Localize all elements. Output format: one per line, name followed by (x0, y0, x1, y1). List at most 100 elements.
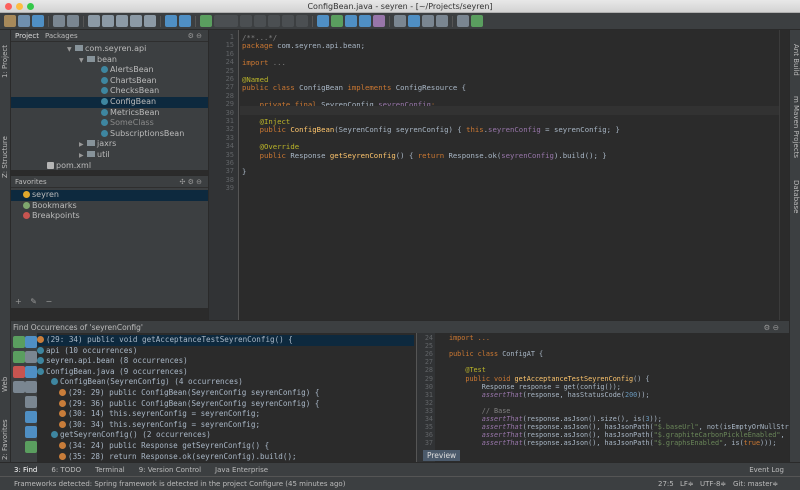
minimize-window-button[interactable] (16, 3, 23, 10)
tab-java-enterprise[interactable]: Java Enterprise (215, 466, 268, 474)
code-line[interactable]: } (242, 167, 246, 176)
vcs-update-icon[interactable] (317, 15, 329, 27)
sdk-manager-icon[interactable] (436, 15, 448, 27)
find-icon[interactable] (130, 15, 142, 27)
project-tree-item[interactable]: ▶ util (11, 150, 208, 161)
project-tree-item[interactable]: ▶ jaxrs (11, 139, 208, 150)
find-result-row[interactable]: ConfigBean.java (9 occurrences) (37, 367, 414, 378)
editor-gutter[interactable]: 1 15 16 24 25 26 27 28 29 30 31 32 33 34 35 36 37 38 39 (209, 30, 239, 320)
code-line[interactable]: import ... (242, 58, 286, 67)
caret-position[interactable]: 27:5 (658, 477, 674, 490)
pin-icon[interactable] (25, 351, 37, 363)
stop-icon[interactable] (296, 15, 308, 27)
tab-packages[interactable]: Packages (45, 32, 78, 40)
vcs-revert-icon[interactable] (373, 15, 385, 27)
vcs-commit-icon[interactable] (331, 15, 343, 27)
close-window-button[interactable] (5, 3, 12, 10)
back-icon[interactable] (165, 15, 177, 27)
group-icon[interactable] (25, 366, 37, 378)
run-icon[interactable] (240, 15, 252, 27)
build-icon[interactable] (200, 15, 212, 27)
find-result-row[interactable]: seyren.api.bean (8 occurrences) (37, 356, 414, 367)
line-separator[interactable]: LF≑ (680, 477, 694, 490)
coverage-icon[interactable] (268, 15, 280, 27)
find-result-row[interactable]: (34: 24) public Response getSeyrenConfig… (37, 441, 414, 452)
export-icon[interactable] (25, 441, 37, 453)
project-tree-item[interactable]: MetricsBean (11, 108, 208, 119)
project-tree-item[interactable]: ConfigBean (11, 97, 208, 108)
add-favorite-icon[interactable]: + (15, 297, 22, 306)
find-result-row[interactable]: (29: 34) public void getAcceptanceTestSe… (37, 335, 414, 346)
favorites-item[interactable]: Breakpoints (11, 211, 208, 222)
status-message[interactable]: Frameworks detected: Spring framework is… (14, 480, 345, 488)
sync-icon[interactable] (32, 15, 44, 27)
close-find-icon[interactable] (13, 366, 25, 378)
find-result-row[interactable]: (35: 28) return Response.ok(seyrenConfig… (37, 452, 414, 462)
replace-icon[interactable] (144, 15, 156, 27)
database-tool-tab[interactable]: Database (792, 180, 800, 213)
zoom-window-button[interactable] (27, 3, 34, 10)
filter-icon[interactable] (25, 336, 37, 348)
panel-gear-icon[interactable]: ⚙ ⊖ (188, 32, 202, 40)
undo-icon[interactable] (53, 15, 65, 27)
favorites-item[interactable]: seyren (11, 190, 208, 201)
project-tree-item[interactable]: ▼ com.seyren.api (11, 44, 208, 55)
expand-all-icon[interactable] (25, 381, 37, 393)
project-tree-item[interactable]: AlertsBean (11, 65, 208, 76)
preview-tab[interactable]: Preview (423, 450, 461, 461)
tab-version-control[interactable]: 9: Version Control (139, 466, 201, 474)
remove-favorite-icon[interactable]: − (46, 297, 53, 306)
structure-tool-tab[interactable]: Z: Structure (1, 136, 9, 178)
event-log-tab[interactable]: Event Log (749, 466, 784, 474)
debug-icon[interactable] (254, 15, 266, 27)
project-structure-icon[interactable] (408, 15, 420, 27)
web-tool-tab[interactable]: Web (1, 377, 9, 392)
run-found-icon[interactable] (13, 351, 25, 363)
find-results-tree[interactable]: (29: 34) public void getAcceptanceTestSe… (37, 333, 414, 462)
favorites-gear-icon[interactable]: ✣ ⚙ ⊖ (180, 178, 202, 186)
code-line[interactable]: public ConfigBean(SeyrenConfig seyrenCon… (242, 125, 620, 134)
cut-icon[interactable] (88, 15, 100, 27)
vcs-compare-icon[interactable] (345, 15, 357, 27)
project-tree-item[interactable]: SomeClass (11, 118, 208, 129)
tab-find[interactable]: 3: Find (14, 466, 37, 474)
find-result-row[interactable]: (30: 34) this.seyrenConfig = seyrenConfi… (37, 420, 414, 431)
redo-icon[interactable] (67, 15, 79, 27)
maven-projects-tool-tab[interactable]: m Maven Projects (792, 96, 800, 158)
favorites-item[interactable]: Bookmarks (11, 201, 208, 212)
project-tree-item[interactable]: ChartsBean (11, 76, 208, 87)
project-tree-item[interactable]: ▼ bean (11, 55, 208, 66)
project-tree-item[interactable]: SubscriptionsBean (11, 129, 208, 140)
find-result-row[interactable]: (29: 36) public ConfigBean(SeyrenConfig … (37, 399, 414, 410)
help-icon[interactable] (457, 15, 469, 27)
code-line[interactable]: public class ConfigBean implements Confi… (242, 83, 466, 92)
code-line[interactable]: public Response getSeyrenConfig() { retu… (242, 151, 607, 160)
vcs-history-icon[interactable] (359, 15, 371, 27)
plugin-icon[interactable] (471, 15, 483, 27)
file-encoding[interactable]: UTF-8≑ (700, 477, 726, 490)
find-result-row[interactable]: getSeyrenConfig() (2 occurrences) (37, 430, 414, 441)
git-branch[interactable]: Git: master≑ (733, 477, 778, 490)
favorites-tool-tab[interactable]: 2: Favorites (1, 419, 9, 460)
paste-icon[interactable] (116, 15, 128, 27)
forward-icon[interactable] (179, 15, 191, 27)
next-occurrence-icon[interactable] (25, 426, 37, 438)
find-result-row[interactable]: (30: 14) this.seyrenConfig = seyrenConfi… (37, 409, 414, 420)
help-find-icon[interactable] (13, 381, 25, 393)
tab-terminal[interactable]: Terminal (95, 466, 125, 474)
copy-icon[interactable] (102, 15, 114, 27)
run-config-selector[interactable] (214, 15, 238, 27)
tab-project[interactable]: Project (15, 32, 39, 40)
find-result-row[interactable]: ConfigBean(SeyrenConfig) (4 occurrences) (37, 377, 414, 388)
previous-occurrence-icon[interactable] (25, 411, 37, 423)
tab-todo[interactable]: 6: TODO (51, 466, 81, 474)
profile-icon[interactable] (282, 15, 294, 27)
edit-favorite-icon[interactable]: ✎ (30, 297, 37, 306)
collapse-all-icon[interactable] (25, 396, 37, 408)
settings-icon[interactable] (394, 15, 406, 27)
find-result-row[interactable]: api (10 occurrences) (37, 346, 414, 357)
rerun-icon[interactable] (13, 336, 25, 348)
code-editor[interactable]: 1 15 16 24 25 26 27 28 29 30 31 32 33 34 35 36 37 38 39 /*… (208, 30, 789, 320)
code-line[interactable]: package com.seyren.api.bean; (242, 41, 365, 50)
project-tree-item[interactable]: pom.xml (11, 161, 208, 172)
